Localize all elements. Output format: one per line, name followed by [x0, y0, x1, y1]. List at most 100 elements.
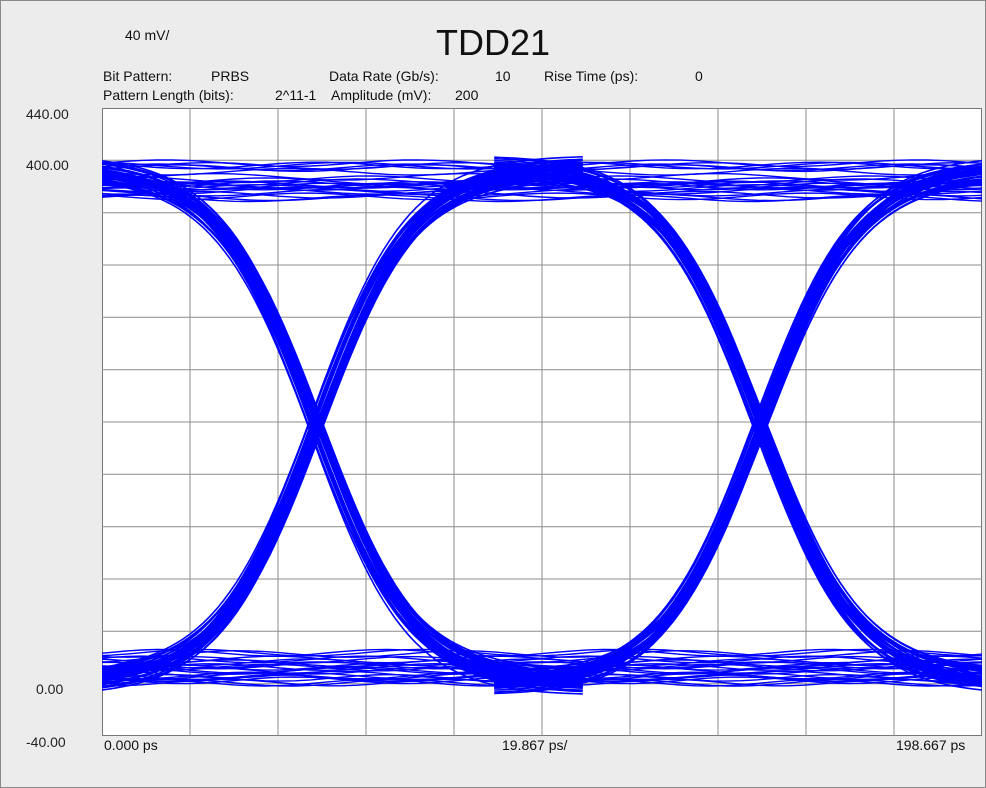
eye-trace [102, 173, 583, 676]
eye-trace [494, 180, 982, 682]
eye-trace [102, 172, 583, 687]
eye-trace [494, 161, 982, 676]
eye-trace [494, 172, 982, 685]
eye-trace [494, 172, 982, 683]
eye-trace [102, 163, 583, 683]
amplitude-label: Amplitude (mV): [331, 87, 432, 103]
eye-trace [102, 170, 583, 683]
eye-trace [102, 174, 583, 678]
eye-trace [102, 162, 583, 687]
eye-trace [494, 169, 982, 678]
eye-trace [102, 167, 583, 686]
eye-trace [494, 169, 982, 695]
eye-trace [102, 166, 583, 678]
eye-trace [102, 162, 583, 675]
eye-trace [102, 174, 583, 675]
eye-trace [494, 182, 982, 678]
eye-trace [494, 171, 982, 679]
eye-trace [494, 172, 982, 685]
eye-trace [102, 165, 583, 689]
eye-trace [494, 173, 982, 678]
eye-trace [102, 167, 583, 669]
eye-trace [494, 171, 982, 668]
eye-trace [102, 167, 583, 688]
eye-diagram-svg [102, 108, 982, 736]
eye-trace [102, 172, 583, 682]
eye-trace [494, 159, 982, 684]
amplitude-value: 200 [455, 87, 479, 103]
eye-trace [494, 171, 982, 680]
eye-trace [494, 166, 982, 671]
eye-trace [494, 170, 982, 687]
eye-trace [102, 174, 583, 671]
eye-trace [494, 175, 982, 676]
eye-trace [102, 176, 583, 679]
eye-trace [102, 171, 583, 695]
eye-trace [102, 172, 583, 678]
eye-trace [102, 172, 583, 685]
pattern-length-value: 2^11-1 [275, 87, 317, 103]
eye-trace [494, 171, 982, 683]
eye-trace [494, 168, 982, 670]
eye-trace [102, 166, 583, 686]
data-rate-label: Data Rate (Gb/s): [329, 68, 439, 84]
eye-trace [102, 181, 583, 680]
eye-trace [102, 168, 583, 681]
eye-trace [102, 171, 583, 683]
eye-trace [494, 166, 982, 679]
eye-trace [494, 179, 982, 685]
eye-trace [494, 161, 982, 682]
eye-trace [494, 162, 982, 675]
eye-trace [102, 171, 583, 681]
eye-trace [494, 173, 982, 670]
eye-trace [102, 168, 583, 680]
eye-trace [494, 169, 982, 688]
eye-trace [494, 183, 982, 679]
eye-trace [102, 179, 583, 677]
eye-trace [494, 167, 982, 678]
eye-trace [494, 173, 982, 677]
eye-trace [494, 173, 982, 681]
eye-trace [102, 170, 583, 680]
eye-trace [102, 175, 583, 678]
eye-trace [494, 167, 982, 691]
eye-trace [102, 175, 583, 675]
eye-trace [102, 173, 583, 684]
eye-trace [494, 177, 982, 678]
x-end-label: 198.667 ps [896, 737, 966, 753]
eye-trace [102, 173, 583, 679]
bit-pattern-label: Bit Pattern: [103, 68, 173, 84]
eye-trace [494, 163, 982, 681]
eye-trace [102, 161, 583, 686]
eye-trace [494, 172, 982, 681]
x-scale-label: 19.867 ps/ [502, 737, 568, 753]
y-tick-label: 400.00 [26, 157, 69, 173]
eye-trace [494, 167, 982, 686]
eye-trace [102, 165, 583, 691]
eye-trace [494, 176, 982, 688]
eye-trace [102, 171, 583, 693]
eye-trace [102, 172, 583, 676]
eye-trace [494, 165, 982, 673]
eye-trace [494, 176, 982, 680]
eye-trace [102, 175, 583, 677]
x-start-label: 0.000 ps [104, 737, 158, 753]
eye-trace [494, 159, 982, 684]
eye-trace [494, 175, 982, 675]
eye-trace [494, 175, 982, 689]
eye-trace [102, 165, 583, 685]
eye-trace [102, 171, 583, 674]
eye-trace [494, 170, 982, 687]
eye-trace [102, 175, 583, 678]
eye-trace [494, 169, 982, 689]
eye-trace [102, 172, 583, 679]
eye-trace [102, 176, 583, 678]
chart-title: TDD21 [435, 22, 551, 63]
eye-trace [102, 175, 583, 688]
eye-trace [102, 182, 583, 684]
eye-trace [494, 157, 982, 680]
eye-trace [494, 163, 982, 682]
eye-trace [494, 165, 982, 683]
eye-trace [102, 165, 583, 684]
y-tick-label: 440.00 [26, 106, 69, 122]
